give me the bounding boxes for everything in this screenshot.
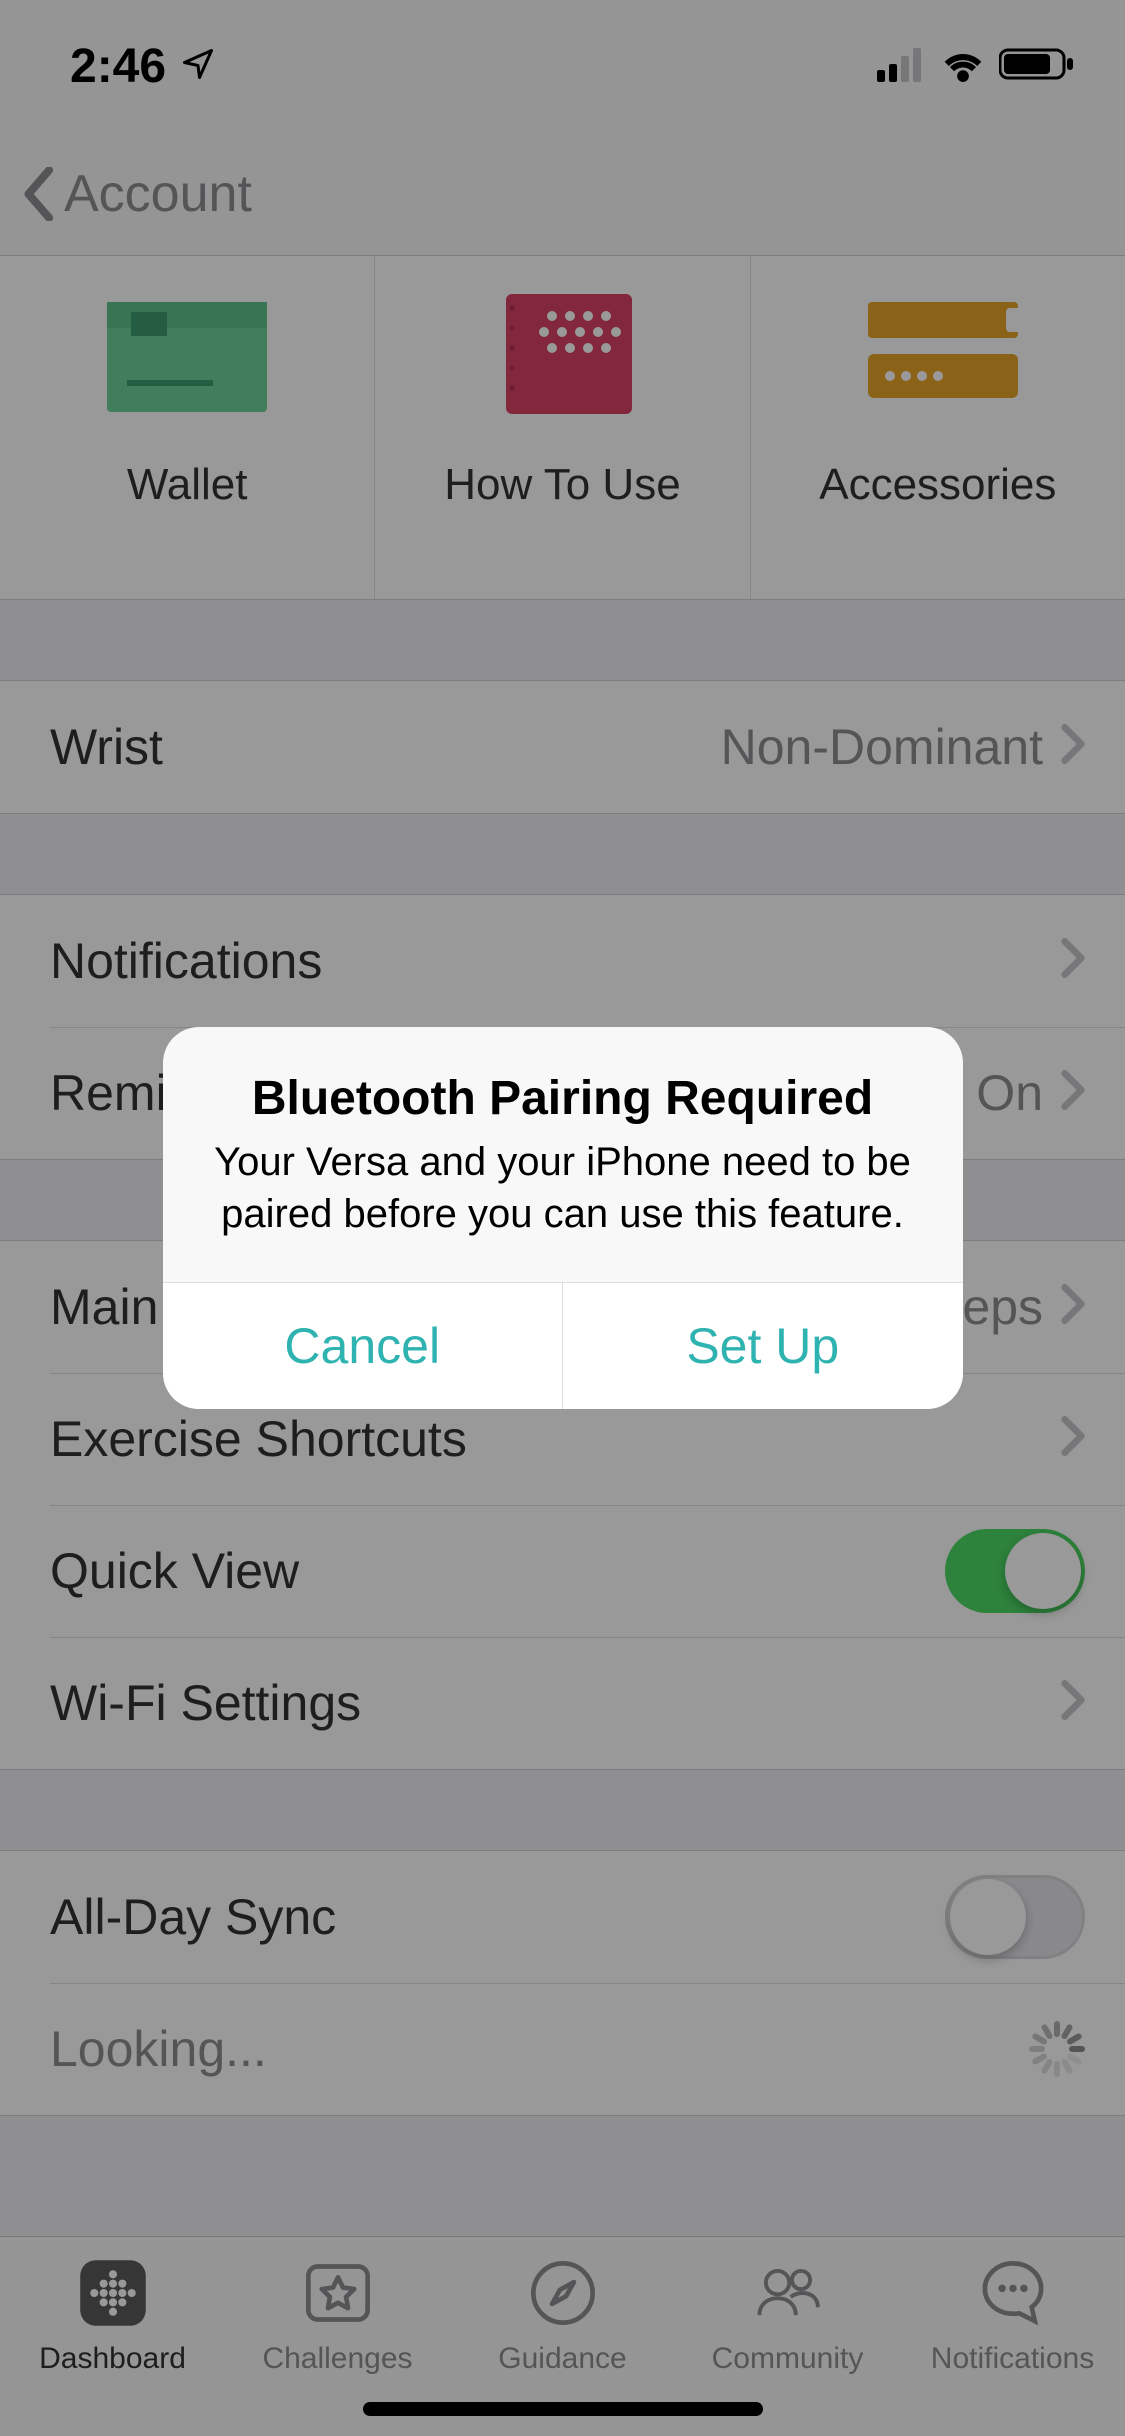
alert-title: Bluetooth Pairing Required bbox=[211, 1071, 915, 1126]
cancel-button[interactable]: Cancel bbox=[163, 1283, 563, 1409]
modal-overlay: Bluetooth Pairing Required Your Versa an… bbox=[0, 0, 1125, 2436]
alert-message: Your Versa and your iPhone need to be pa… bbox=[211, 1136, 915, 1240]
set-up-button[interactable]: Set Up bbox=[562, 1283, 963, 1409]
alert-dialog: Bluetooth Pairing Required Your Versa an… bbox=[163, 1027, 963, 1409]
